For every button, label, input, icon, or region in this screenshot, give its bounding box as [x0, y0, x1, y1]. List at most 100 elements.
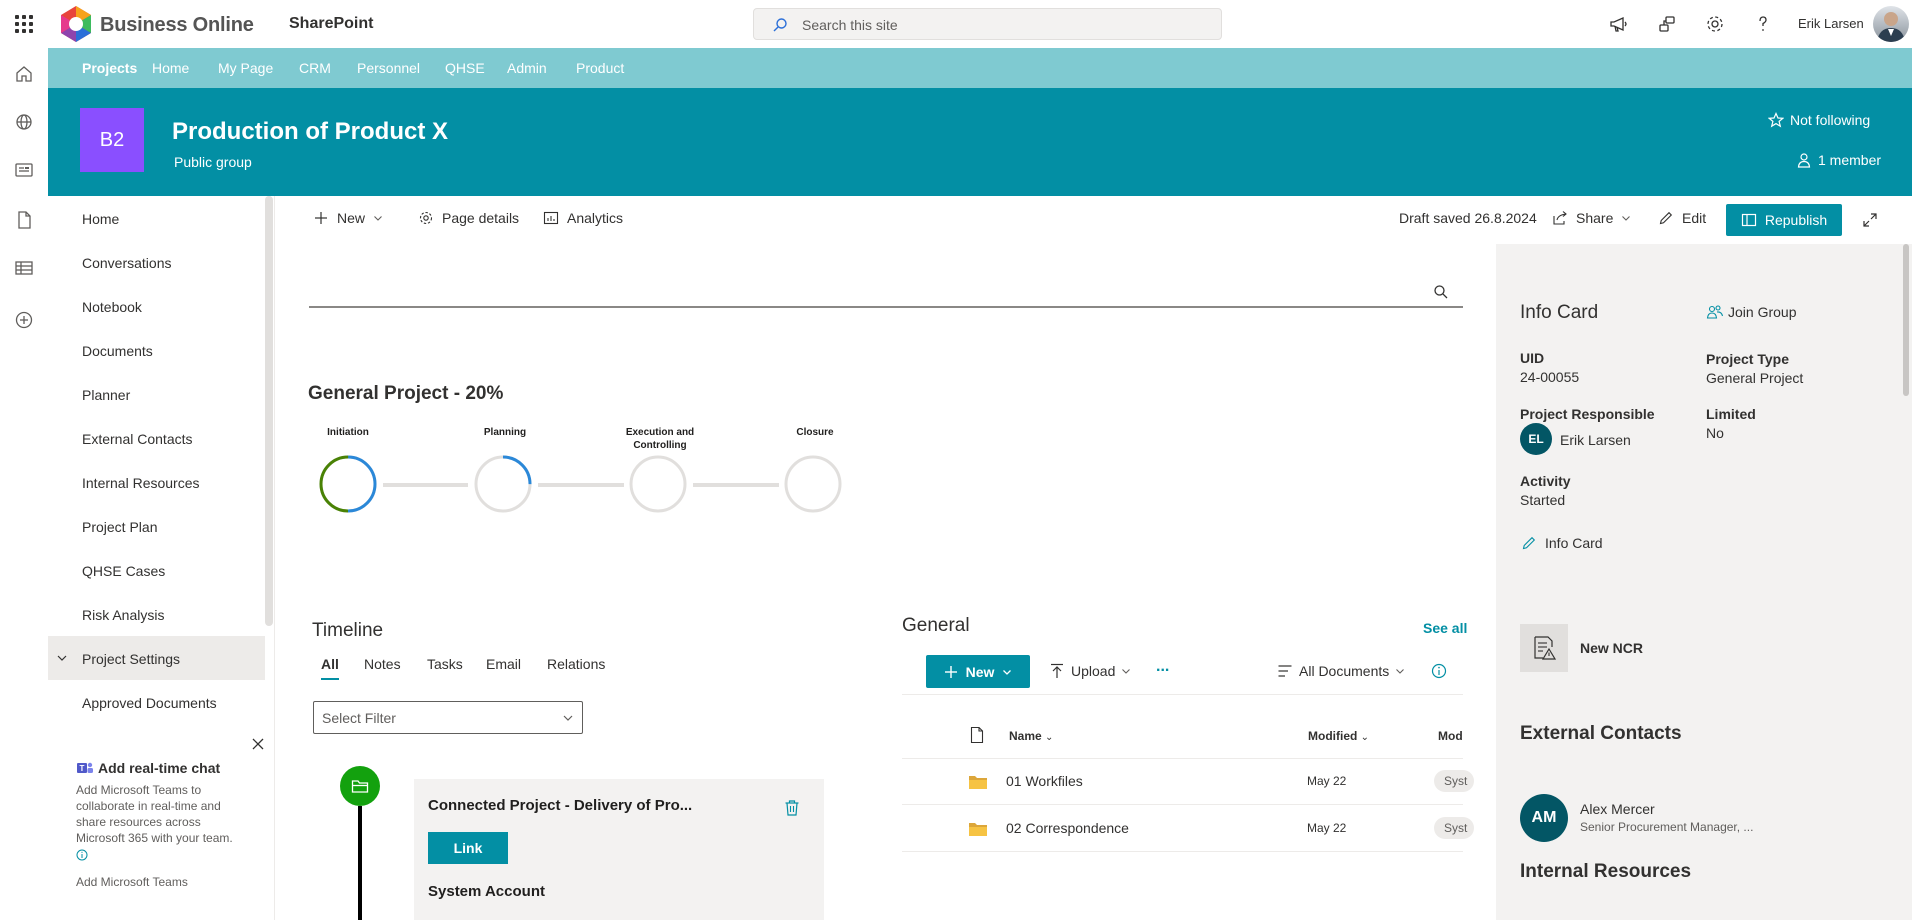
new-button[interactable]: New	[313, 210, 383, 226]
hub-item-personnel[interactable]: Personnel	[357, 60, 420, 76]
hub-item-admin[interactable]: Admin	[507, 60, 547, 76]
delete-icon[interactable]	[784, 799, 800, 817]
teams-promo: T Add real-time chat Add Microsoft Teams…	[48, 728, 274, 920]
document-icon[interactable]	[12, 208, 36, 232]
file-name[interactable]: 01 Workfiles	[1006, 773, 1083, 789]
republish-button[interactable]: Republish	[1726, 204, 1842, 236]
page-details-button[interactable]: Page details	[418, 210, 519, 226]
edit-button[interactable]: Edit	[1658, 210, 1706, 226]
share-button[interactable]: Share	[1552, 210, 1631, 226]
phase-ring-initiation[interactable]	[318, 454, 378, 514]
column-header-modified[interactable]: Modified ⌄	[1308, 729, 1369, 743]
nav-item-project-settings[interactable]: Project Settings	[48, 636, 265, 680]
view-selector[interactable]: All Documents	[1277, 663, 1405, 679]
brand-logo-icon[interactable]	[56, 4, 96, 44]
nav-item-risk-analysis[interactable]: Risk Analysis	[48, 592, 265, 636]
add-circle-icon[interactable]	[12, 308, 36, 332]
view-list-icon	[1278, 665, 1292, 677]
gear-icon	[419, 211, 433, 225]
nav-item-internal-resources[interactable]: Internal Resources	[48, 460, 265, 504]
nav-item-external-contacts[interactable]: External Contacts	[48, 416, 265, 460]
nav-item-documents[interactable]: Documents	[48, 328, 265, 372]
info-icon[interactable]	[76, 849, 88, 861]
nav-item-qhse-cases[interactable]: QHSE Cases	[48, 548, 265, 592]
responsible-name[interactable]: Erik Larsen	[1560, 432, 1631, 448]
more-actions-button[interactable]: ...	[1156, 658, 1169, 676]
pencil-icon	[1522, 536, 1536, 550]
add-teams-link[interactable]: Add Microsoft Teams	[76, 875, 188, 889]
avatar[interactable]: EL	[1520, 423, 1552, 455]
tab-notes[interactable]: Notes	[364, 656, 401, 672]
phase-ring-execution[interactable]	[628, 454, 688, 514]
help-icon[interactable]	[1751, 12, 1775, 36]
close-icon[interactable]	[250, 736, 266, 752]
app-launcher-icon[interactable]	[10, 10, 38, 38]
see-all-link[interactable]: See all	[1423, 620, 1467, 636]
phase-ring-planning[interactable]	[473, 454, 533, 514]
hub-item-projects[interactable]: Projects	[82, 60, 137, 76]
nav-item-project-plan[interactable]: Project Plan	[48, 504, 265, 548]
globe-icon[interactable]	[12, 110, 36, 134]
tab-tasks[interactable]: Tasks	[427, 656, 463, 672]
nav-item-home[interactable]: Home	[48, 196, 265, 240]
info-icon[interactable]	[1431, 663, 1447, 679]
news-icon[interactable]	[12, 158, 36, 182]
search-input[interactable]: Search this site	[753, 8, 1222, 40]
nav-item-planner[interactable]: Planner	[48, 372, 265, 416]
upload-button[interactable]: Upload	[1049, 663, 1131, 679]
analytics-button[interactable]: Analytics	[543, 210, 623, 226]
edit-info-card-link[interactable]: Info Card	[1521, 535, 1603, 551]
timeline-link-button[interactable]: Link	[428, 832, 508, 864]
new-document-button[interactable]: New	[926, 655, 1030, 688]
contact-name[interactable]: Alex Mercer	[1580, 801, 1655, 817]
nav-item-conversations[interactable]: Conversations	[48, 240, 265, 284]
upload-icon	[1051, 663, 1063, 678]
user-avatar[interactable]	[1873, 6, 1909, 42]
hub-item-my-page[interactable]: My Page	[218, 60, 273, 76]
megaphone-icon[interactable]	[1607, 12, 1631, 36]
list-icon[interactable]	[12, 256, 36, 280]
join-group-button[interactable]: Join Group	[1706, 304, 1796, 320]
table-row[interactable]: 02 Correspondence May 22 Syst	[902, 805, 1474, 852]
timeline-filter-select[interactable]: Select Filter	[313, 701, 583, 734]
document-library-title[interactable]: General	[902, 615, 970, 637]
hub-item-home[interactable]: Home	[152, 60, 189, 76]
home-icon[interactable]	[12, 62, 36, 86]
app-name[interactable]: SharePoint	[289, 15, 373, 33]
connections-icon[interactable]	[1655, 12, 1679, 36]
search-icon[interactable]	[1433, 284, 1449, 300]
table-row[interactable]: 01 Workfiles May 22 Syst	[902, 758, 1474, 805]
column-header-modified-by[interactable]: Mod	[1438, 729, 1463, 743]
column-header-name[interactable]: Name ⌄	[1009, 729, 1053, 743]
chevron-down-icon[interactable]	[56, 652, 68, 664]
tab-email[interactable]: Email	[486, 656, 521, 672]
nav-item-notebook[interactable]: Notebook	[48, 284, 265, 328]
gear-icon[interactable]	[1703, 12, 1727, 36]
content-search-input[interactable]	[309, 306, 1463, 308]
expand-icon[interactable]	[1862, 212, 1878, 228]
hub-item-crm[interactable]: CRM	[299, 60, 331, 76]
user-name[interactable]: Erik Larsen	[1798, 16, 1864, 31]
follow-button[interactable]: Not following	[1768, 112, 1870, 128]
site-subtitle: Public group	[174, 154, 252, 170]
site-logo[interactable]: B2	[80, 108, 144, 172]
nav-item-approved-documents[interactable]: Approved Documents	[48, 680, 265, 724]
nav-divider	[274, 196, 275, 920]
analytics-icon	[543, 211, 559, 225]
timeline-entry-title[interactable]: Connected Project - Delivery of Pro...	[428, 797, 692, 814]
new-ncr-label[interactable]: New NCR	[1580, 640, 1643, 656]
members-button[interactable]: 1 member	[1796, 152, 1881, 168]
panel-scrollbar[interactable]	[1903, 244, 1909, 396]
phase-ring-closure[interactable]	[783, 454, 843, 514]
tab-relations[interactable]: Relations	[547, 656, 605, 672]
timeline-entry-author: System Account	[428, 883, 545, 900]
tab-all[interactable]: All	[321, 656, 339, 672]
hub-item-qhse[interactable]: QHSE	[445, 60, 485, 76]
new-ncr-button[interactable]	[1520, 624, 1568, 672]
draft-status: Draft saved 26.8.2024	[1399, 210, 1537, 226]
brand-name[interactable]: Business Online	[100, 14, 254, 37]
nav-scrollbar[interactable]	[265, 196, 273, 626]
file-name[interactable]: 02 Correspondence	[1006, 820, 1129, 836]
avatar[interactable]: AM	[1520, 794, 1568, 842]
hub-item-product[interactable]: Product	[576, 60, 624, 76]
